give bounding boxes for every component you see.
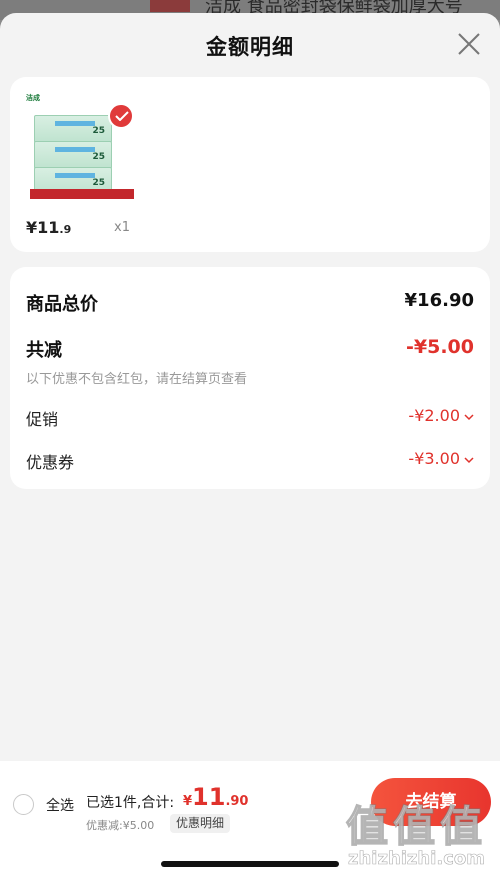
price-summary-card: 商品总价 ¥16.90 共减 -¥5.00 以下优惠不包含红包，请在结算页查看 … bbox=[10, 267, 490, 489]
total-price-row: 商品总价 ¥16.90 bbox=[26, 290, 474, 316]
product-box-graphic: 25 bbox=[34, 141, 112, 169]
discount-text: 优惠减:¥5.00 bbox=[86, 819, 155, 832]
product-card: 洁成 25 25 25 ¥11.9 x1 bbox=[10, 77, 490, 252]
sheet-title: 金额明细 bbox=[206, 35, 294, 59]
reduction-note: 以下优惠不包含红包，请在结算页查看 bbox=[26, 372, 248, 387]
checkout-bar: 全选 已选1件,合计: ¥11.90 优惠减:¥5.00 优惠明细 去结算 bbox=[0, 761, 500, 879]
total-price-label: 商品总价 bbox=[26, 294, 98, 315]
promotion-label: 促销 bbox=[26, 410, 59, 429]
promotion-row[interactable]: 促销 -¥2.00 bbox=[26, 406, 474, 432]
selected-count-text: 已选1件,合计: bbox=[86, 795, 175, 811]
product-box-graphic: 25 bbox=[34, 115, 112, 143]
chevron-down-icon bbox=[464, 457, 474, 464]
total-price-value: ¥16.90 bbox=[404, 290, 474, 311]
close-icon bbox=[458, 33, 480, 55]
total-reduction-value: -¥5.00 bbox=[406, 336, 474, 358]
product-brand-logo: 洁成 bbox=[26, 94, 40, 102]
coupon-label: 优惠券 bbox=[26, 453, 75, 472]
product-price: ¥11.9 bbox=[26, 218, 72, 237]
select-all-label[interactable]: 全选 bbox=[46, 795, 74, 815]
product-image[interactable]: 洁成 25 25 25 bbox=[26, 93, 136, 203]
product-image-footer bbox=[30, 189, 134, 199]
background-thumbnail bbox=[150, 0, 190, 12]
total-reduction-label: 共减 bbox=[26, 340, 62, 361]
check-badge-icon bbox=[108, 103, 134, 129]
total-reduction-row: 共减 -¥5.00 bbox=[26, 336, 474, 362]
chevron-down-icon bbox=[464, 414, 474, 421]
home-indicator bbox=[161, 861, 339, 867]
sheet-header: 金额明细 bbox=[0, 13, 500, 75]
checkout-total-price: ¥11.90 bbox=[183, 783, 249, 811]
checkout-button[interactable]: 去结算 bbox=[371, 778, 491, 826]
select-all-radio[interactable] bbox=[13, 794, 34, 815]
amount-detail-sheet: 金额明细 洁成 25 25 25 ¥11.9 x1 商品总价 ¥16.90 共减… bbox=[0, 13, 500, 879]
product-quantity: x1 bbox=[114, 220, 130, 235]
coupon-row[interactable]: 优惠券 -¥3.00 bbox=[26, 449, 474, 475]
close-button[interactable] bbox=[456, 31, 482, 57]
discount-detail-button[interactable]: 优惠明细 bbox=[170, 814, 231, 833]
